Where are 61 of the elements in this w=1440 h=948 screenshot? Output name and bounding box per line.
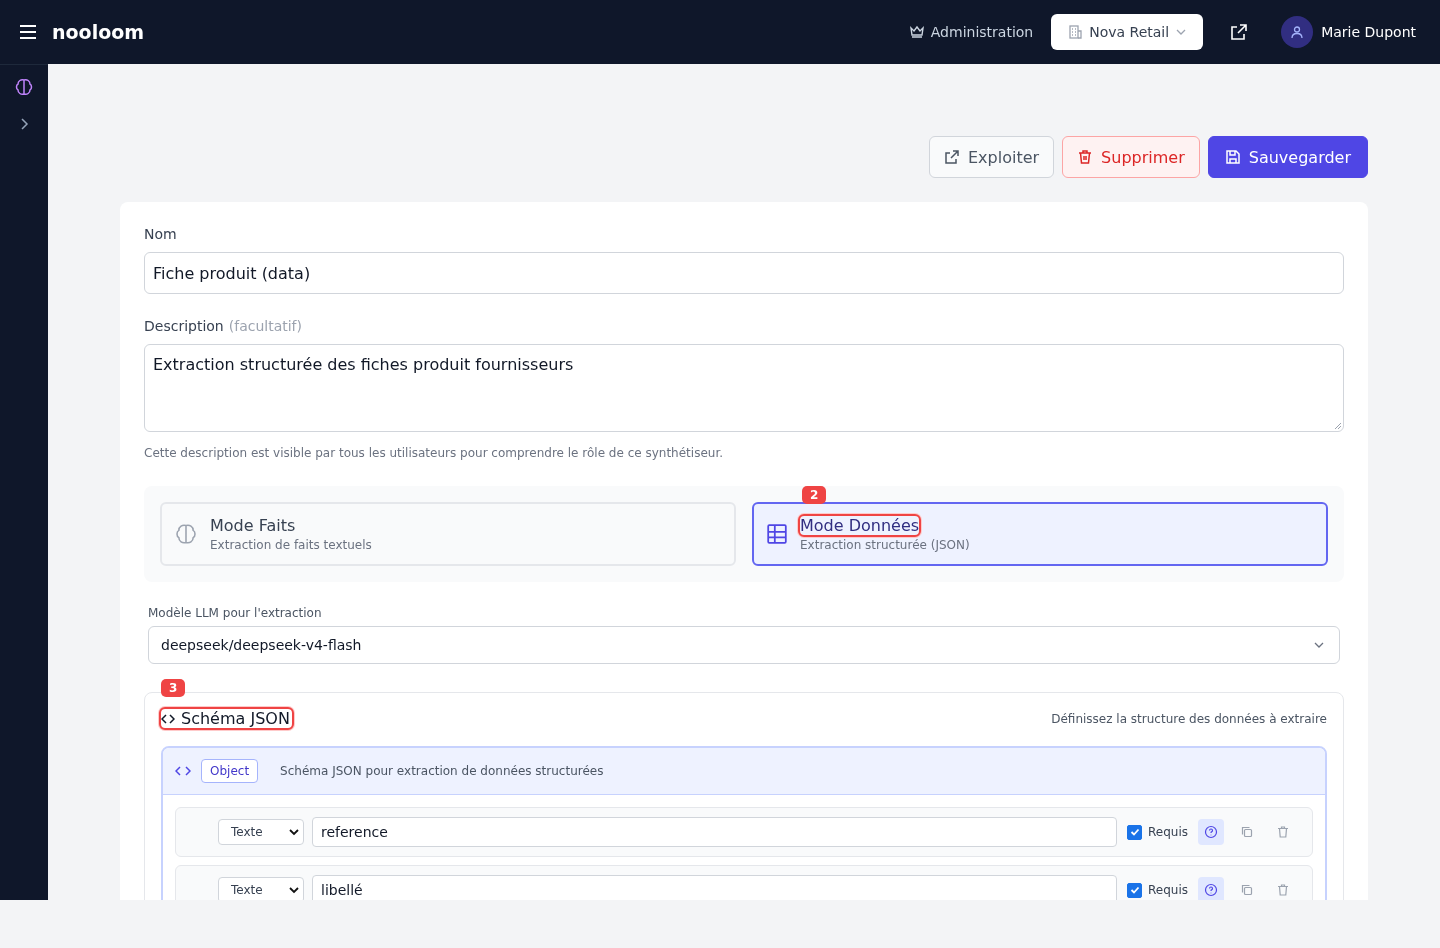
administration-link[interactable]: Administration [908, 24, 1034, 40]
help-button[interactable] [1198, 819, 1224, 845]
save-button[interactable]: Sauvegarder [1207, 136, 1368, 178]
property-name-field[interactable]: reference [312, 817, 1117, 847]
required-checkbox[interactable] [1127, 882, 1142, 898]
required-label: Requis [1148, 825, 1188, 839]
table-icon [766, 523, 788, 545]
brand-name: nooloom [52, 21, 145, 43]
help-icon [1204, 883, 1218, 897]
copy-icon [1240, 825, 1254, 839]
menu-icon[interactable] [18, 22, 38, 42]
mode-title: Mode Données [800, 516, 920, 535]
code-icon [161, 711, 175, 726]
expand-chevron-icon[interactable] [18, 117, 30, 131]
name-field[interactable]: Fiche produit (data) [144, 252, 1344, 294]
brain-icon[interactable] [14, 77, 34, 97]
exploit-button[interactable]: Exploiter [929, 136, 1055, 178]
step-badge: 3 [161, 679, 186, 697]
external-link-icon [944, 149, 960, 165]
user-name[interactable]: Marie Dupont [1321, 24, 1416, 40]
mode-subtitle: Extraction structurée (JSON) [800, 538, 970, 552]
property-name-field[interactable]: libellé [312, 875, 1117, 900]
brain-icon [174, 522, 198, 546]
step-badge: 2 [802, 486, 827, 504]
copy-icon [1240, 883, 1254, 897]
type-select[interactable]: Texte [218, 819, 304, 845]
schema-description: Schéma JSON pour extraction de données structurées [280, 764, 604, 778]
checkmark-icon [1129, 885, 1140, 895]
model-select[interactable]: deepseek/deepseek-v4-flash [148, 626, 1340, 664]
optional-note: (facultatif) [228, 318, 302, 336]
field-label: Description [144, 318, 224, 334]
required-label: Requis [1148, 883, 1188, 897]
mode-subtitle: Extraction de faits textuels [210, 538, 372, 552]
type-tag: Object [201, 759, 259, 783]
help-text: Cette description est visible par tous les utilisateurs pour comprendre le rôle de ce synthétiseur. [144, 446, 725, 460]
type-select[interactable]: Texte [218, 877, 304, 900]
mode-title: Mode Faits [210, 516, 296, 535]
schema-hint: Définissez la structure des données à extraire [1051, 711, 1327, 726]
user-avatar[interactable] [1281, 16, 1314, 48]
chevron-down-icon [289, 827, 299, 837]
required-checkbox[interactable] [1127, 824, 1142, 840]
field-label: Nom [144, 226, 178, 242]
delete-button[interactable]: Supprimer [1062, 136, 1200, 178]
external-link-icon[interactable] [1229, 22, 1250, 42]
organization-dropdown[interactable]: Nova Retail [1051, 14, 1204, 50]
help-icon [1204, 825, 1218, 839]
field-label: Modèle LLM pour l'extraction [148, 606, 323, 620]
building-icon [1067, 24, 1084, 40]
crown-icon [908, 24, 925, 40]
mode-option[interactable]: Mode Données Extraction structurée (JSON) [752, 502, 1328, 566]
mode-option[interactable]: Mode Faits Extraction de faits textuels [160, 502, 736, 566]
code-icon [175, 764, 191, 778]
trash-icon [1276, 883, 1290, 897]
chevron-down-icon [289, 885, 299, 895]
description-field[interactable]: Extraction structurée des fiches produit fournisseurs [144, 344, 1344, 432]
trash-icon [1077, 149, 1094, 165]
resize-grip-icon[interactable] [1333, 421, 1341, 429]
schema-title: Schéma JSON [161, 709, 292, 728]
trash-icon [1276, 825, 1290, 839]
checkmark-icon [1129, 827, 1140, 837]
help-button[interactable] [1198, 877, 1224, 900]
